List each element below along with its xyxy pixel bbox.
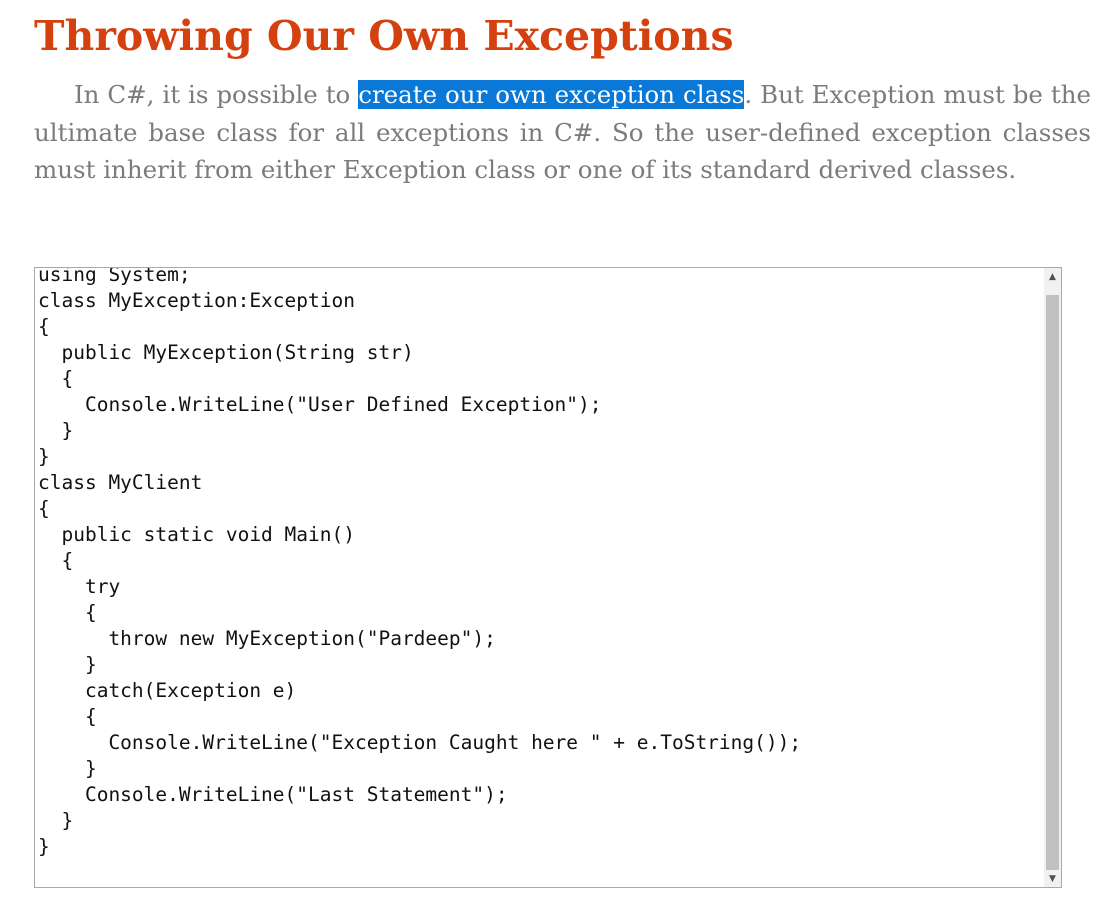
code-line: { (38, 549, 74, 572)
paragraph-text-before: In C#, it is possible to (74, 80, 359, 109)
code-line: class MyException:Exception (38, 289, 355, 312)
intro-paragraph: In C#, it is possible to create our own … (34, 76, 1091, 189)
code-line: throw new MyException("Pardeep"); (38, 627, 496, 650)
code-line: Console.WriteLine("User Defined Exceptio… (38, 393, 602, 416)
code-textarea[interactable]: using System; class MyException:Exceptio… (34, 267, 1062, 888)
vertical-scrollbar[interactable]: ▲ ▼ (1044, 268, 1061, 887)
code-line: } (38, 835, 50, 858)
code-line: catch(Exception e) (38, 679, 297, 702)
code-line: Console.WriteLine("Last Statement"); (38, 783, 508, 806)
chevron-down-icon[interactable]: ▼ (1044, 870, 1061, 887)
code-content[interactable]: using System; class MyException:Exceptio… (38, 267, 802, 860)
code-line: { (38, 601, 97, 624)
code-line: } (38, 445, 50, 468)
code-line: public static void Main() (38, 523, 355, 546)
code-line: { (38, 705, 97, 728)
chevron-up-icon[interactable]: ▲ (1044, 268, 1061, 285)
code-line: using System; (38, 267, 191, 286)
code-line: } (38, 653, 97, 676)
code-line: { (38, 367, 74, 390)
code-line: } (38, 419, 74, 442)
code-line: { (38, 315, 50, 338)
code-line: Console.WriteLine("Exception Caught here… (38, 731, 802, 754)
page-title: Throwing Our Own Exceptions (34, 12, 734, 60)
code-line: try (38, 575, 121, 598)
code-line: } (38, 809, 74, 832)
scrollbar-thumb[interactable] (1046, 295, 1059, 870)
selected-text[interactable]: create our own exception class (358, 80, 745, 109)
code-line: class MyClient (38, 471, 203, 494)
code-line: { (38, 497, 50, 520)
code-line: public MyException(String str) (38, 341, 414, 364)
code-line: } (38, 757, 97, 780)
